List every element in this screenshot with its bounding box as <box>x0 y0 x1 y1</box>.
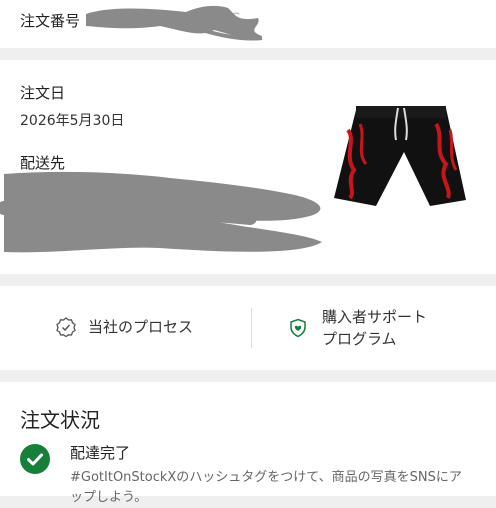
shorts-illustration <box>334 106 466 206</box>
product-image[interactable] <box>326 100 476 220</box>
order-details-card: 注文日 2026年5月30日 配送先 <box>0 60 496 274</box>
order-status-title: 注文状況 <box>20 408 100 432</box>
buyer-support-label-line2: プログラム <box>322 330 397 348</box>
status-description: #GotItOnStockXのハッシュタグをつけて、商品の写真をSNSにアップし… <box>70 470 462 505</box>
order-date-label: 注文日 <box>20 84 66 102</box>
order-status-card: 注文状況 配達完了 #GotItOnStockXのハッシュタグをつけて、商品の写… <box>0 382 496 505</box>
delivery-status: 配達完了 <box>70 444 131 462</box>
buyer-support-label-line1: 購入者サポート <box>322 308 428 326</box>
check-circle-icon <box>20 444 50 474</box>
badge-check-icon <box>56 317 76 337</box>
process-link-label: 当社のプロセス <box>88 318 194 336</box>
order-number-redaction <box>86 5 263 41</box>
process-link[interactable]: 当社のプロセス <box>56 316 193 338</box>
support-links-card: 当社のプロセス 購入者サポート プログラム <box>0 286 496 370</box>
shipping-address-redaction <box>0 171 322 253</box>
links-divider <box>251 308 252 348</box>
shield-heart-icon <box>290 318 306 338</box>
order-date-value: 2026年5月30日 <box>20 113 125 129</box>
order-number-card: 注文番号 KC <box>0 0 496 48</box>
buyer-support-link[interactable]: 購入者サポート プログラム <box>288 306 427 350</box>
